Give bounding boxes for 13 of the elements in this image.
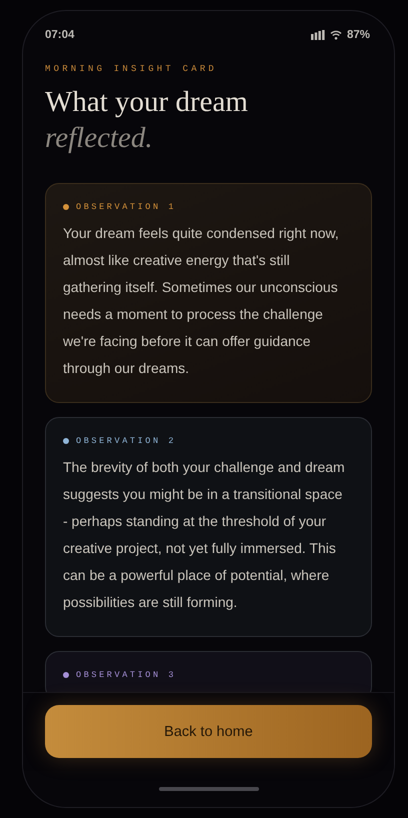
signal-icon <box>310 30 325 40</box>
observation-text: Your dream feels quite condensed right now, almost like creative energy that's still gathering itself. Sometimes our unconscious needs a moment to process the challenge we're facing before it can offer guidance through our dreams. <box>63 224 340 378</box>
observation-label: OBSERVATION 3 <box>76 670 176 680</box>
page-subtitle: reflected. <box>45 121 154 156</box>
observation-label: OBSERVATION 2 <box>76 436 176 446</box>
observation-text: The brevity of both your challenge and dream suggests you might be in a transitional space - perhaps standing at the threshold of your creative project, not yet fully immersed. This can be a powerful place of potential, where possibilities are still forming. <box>63 458 346 612</box>
status-time: 07:04 <box>45 28 74 40</box>
back-home-button[interactable]: Back to home <box>45 705 372 758</box>
observation-label: OBSERVATION 1 <box>76 202 176 212</box>
section-eyebrow: MORNING INSIGHT CARD <box>45 64 218 74</box>
battery-level: 87% <box>346 28 370 40</box>
page-title: What your dream <box>45 85 249 120</box>
wifi-icon <box>330 30 342 40</box>
